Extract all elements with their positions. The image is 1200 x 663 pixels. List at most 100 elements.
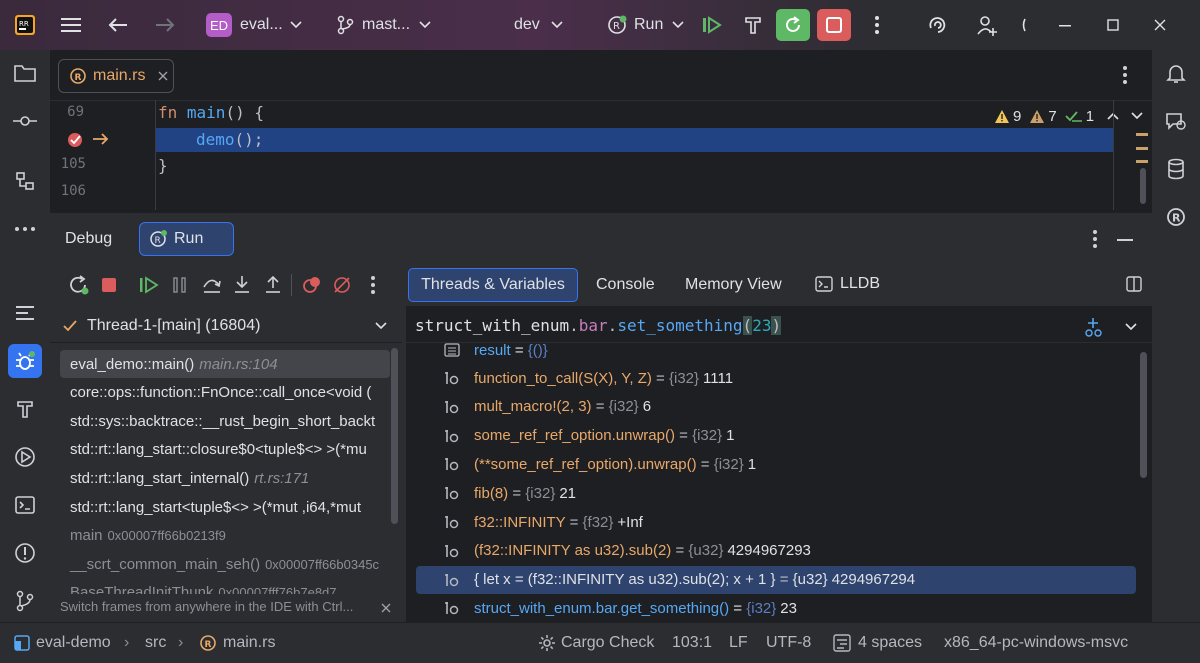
expand-history-icon[interactable] (1124, 322, 1138, 332)
file-encoding[interactable]: UTF-8 (766, 623, 811, 663)
rust-icon[interactable]: R (1159, 200, 1193, 234)
close-window-icon[interactable] (1143, 9, 1177, 41)
hide-panel-icon[interactable] (1117, 238, 1133, 242)
add-watch-icon[interactable] (1082, 316, 1104, 338)
cargo-check-widget[interactable]: Cargo Check (538, 623, 654, 663)
stack-frame[interactable]: std::sys::backtrace::__rust_begin_short_… (60, 407, 390, 435)
build-icon[interactable] (8, 392, 42, 426)
stack-frame[interactable]: eval_demo::main() main.rs:104 (60, 350, 390, 378)
build-hammer-icon[interactable] (736, 9, 770, 41)
rust-debug-icon: R (608, 15, 627, 34)
tab-console[interactable]: Console (596, 276, 655, 294)
chevron-down-icon[interactable] (1130, 111, 1144, 121)
thread-selector[interactable]: Thread-1-[main] (16804) (62, 311, 392, 341)
add-user-icon[interactable] (970, 9, 1004, 41)
ai-assistant-icon[interactable] (921, 9, 955, 41)
evaluate-expression-input[interactable]: struct_with_enum.bar.set_something(23) (415, 316, 782, 335)
back-arrow-icon[interactable] (101, 9, 135, 41)
pause-icon[interactable] (171, 276, 189, 294)
more-tools-icon[interactable] (8, 212, 42, 246)
stack-frame[interactable]: BaseThreadInitThunk 0x00007fff76b7e8d7 (60, 579, 390, 594)
close-tab-icon[interactable] (157, 70, 169, 82)
variable-row[interactable]: (f32::INFINITY as u32).sub(2) = {u32} 429… (416, 537, 1136, 565)
vcs-branch-widget[interactable]: mast... (336, 0, 432, 50)
tab-lldb[interactable]: LLDB (815, 275, 880, 293)
tab-threads-variables[interactable]: Threads & Variables (408, 268, 578, 302)
rerun-icon[interactable] (68, 274, 90, 296)
toolbar-more-icon[interactable] (370, 275, 376, 295)
stack-frame[interactable]: std::rt::lang_start<tuple$<> >(*mut ,i64… (60, 493, 390, 521)
variable-row[interactable]: function_to_call(S(X), Y, Z) = {i32} 1111 (416, 364, 1136, 392)
variable-row[interactable]: f32::INFINITY = {f32} +Inf (416, 508, 1136, 536)
breakpoint-icon[interactable] (66, 131, 86, 149)
stack-frame[interactable]: std::rt::lang_start_internal() rt.rs:171 (60, 464, 390, 492)
target-triple[interactable]: x86_64-pc-windows-msvc (944, 623, 1128, 663)
layout-settings-icon[interactable] (1126, 276, 1142, 292)
variable-row[interactable]: (**some_ref_ref_option).unwrap() = {i32}… (416, 450, 1136, 478)
toolbar-separator (291, 274, 292, 296)
debug-run-tab[interactable]: R Run (139, 222, 234, 256)
step-into-icon[interactable] (232, 275, 252, 295)
stop-icon[interactable] (100, 276, 118, 294)
error-stripe-mark[interactable] (1136, 160, 1148, 163)
step-out-icon[interactable] (263, 275, 283, 295)
run-config-selector[interactable]: dev (500, 0, 564, 50)
resume-program-icon[interactable] (139, 276, 159, 294)
frames-scrollbar-thumb[interactable] (391, 348, 398, 524)
breadcrumb-folder[interactable]: src (145, 623, 166, 663)
debug-more-icon[interactable] (1092, 229, 1098, 249)
variable-row[interactable]: struct_with_enum.bar.get_something() = {… (416, 594, 1136, 622)
close-hint-icon[interactable] (380, 602, 392, 614)
terminal-icon[interactable] (8, 488, 42, 522)
editor-tab-main-rs[interactable]: R main.rs (58, 59, 174, 93)
view-breakpoints-icon[interactable] (302, 275, 322, 295)
notifications-icon[interactable] (1159, 56, 1193, 90)
variable-row[interactable]: { let x = (f32::INFINITY as u32).sub(2);… (416, 565, 1136, 594)
caret-position[interactable]: 103:1 (672, 623, 712, 663)
variable-row[interactable]: mult_macro!(2, 3) = {i32} 6 (416, 393, 1136, 421)
main-menu-icon[interactable] (54, 9, 88, 41)
editor-scrollbar-thumb[interactable] (1140, 168, 1146, 204)
project-widget[interactable]: ED eval... (206, 0, 303, 50)
inspections-widget[interactable]: 9 7 1 (994, 104, 1145, 128)
stack-frame[interactable]: __scrt_common_main_seh() 0x00007ff66b0345… (60, 550, 390, 578)
breadcrumb-file[interactable]: R main.rs (199, 623, 275, 663)
forward-arrow-icon[interactable] (148, 9, 182, 41)
variable-row[interactable]: fib(8) = {i32} 21 (416, 479, 1136, 507)
stop-button[interactable] (817, 9, 851, 41)
todo-list-icon[interactable] (8, 296, 42, 330)
stack-frame[interactable]: main 0x00007ff66b0213f9 (60, 522, 390, 550)
project-folder-icon[interactable] (8, 56, 42, 90)
resume-icon[interactable] (695, 9, 729, 41)
error-stripe-mark[interactable] (1136, 147, 1148, 150)
services-icon[interactable] (8, 440, 42, 474)
mute-breakpoints-icon[interactable] (332, 275, 352, 295)
variable-row[interactable]: result = {()} (416, 336, 1136, 364)
app-logo-icon[interactable]: RR (8, 9, 42, 41)
rerun-debug-button[interactable] (776, 9, 810, 41)
indent-widget[interactable]: 4 spaces (833, 623, 922, 663)
step-over-icon[interactable] (201, 275, 223, 295)
problems-icon[interactable] (8, 536, 42, 570)
variables-scrollbar-thumb[interactable] (1140, 352, 1147, 478)
variable-row[interactable]: some_ref_ref_option.unwrap() = {i32} 1 (416, 422, 1136, 450)
minimize-icon[interactable] (1048, 9, 1082, 41)
tab-memory-view[interactable]: Memory View (685, 276, 782, 294)
vcs-icon[interactable] (8, 584, 42, 618)
error-stripe-mark[interactable] (1136, 133, 1148, 136)
maximize-icon[interactable] (1096, 9, 1130, 41)
line-separator[interactable]: LF (729, 623, 748, 663)
stack-frame[interactable]: std::rt::lang_start::closure$0<tuple$<> … (60, 436, 390, 464)
more-options-icon[interactable] (860, 9, 894, 41)
commit-icon[interactable] (8, 104, 42, 138)
editor-more-icon[interactable] (1122, 65, 1128, 85)
ai-chat-icon[interactable] (1159, 104, 1193, 138)
debug-bug-icon[interactable] (8, 344, 42, 378)
run-widget[interactable]: R Run (606, 0, 685, 50)
breadcrumb-project[interactable]: eval-demo (14, 623, 111, 663)
search-everywhere-icon[interactable] (1012, 9, 1036, 41)
structure-icon[interactable] (8, 164, 42, 198)
database-icon[interactable] (1159, 152, 1193, 186)
code-text: (); (234, 130, 264, 149)
stack-frame[interactable]: core::ops::function::FnOnce::call_once<v… (60, 379, 390, 407)
